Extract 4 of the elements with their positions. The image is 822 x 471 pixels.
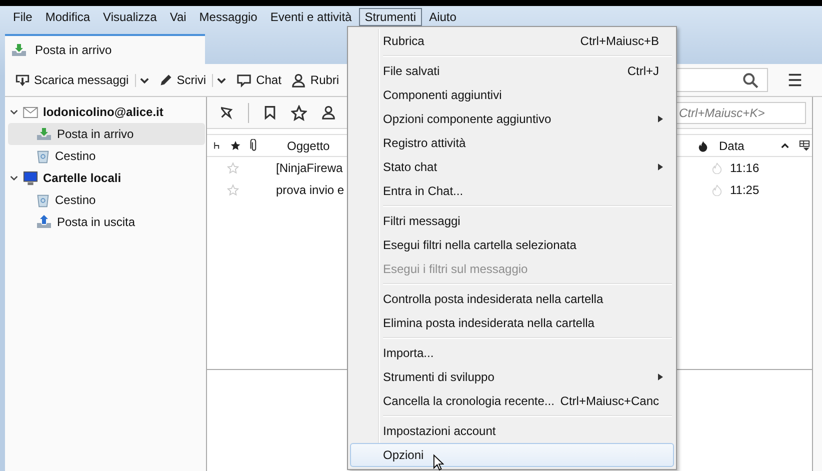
message-date: 11:25 — [730, 183, 760, 197]
message-subject: [NinjaFirewa — [276, 161, 343, 175]
message-date: 11:16 — [730, 161, 760, 175]
message-subject: prova invio e — [276, 183, 344, 197]
